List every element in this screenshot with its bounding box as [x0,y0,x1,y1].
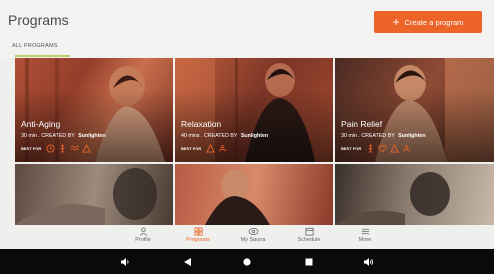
volume-up-icon[interactable] [362,256,374,268]
relax-icon [218,144,227,152]
program-card-pain-relief[interactable]: Pain Relief 30 min . CREATED BY Sunlight… [335,58,494,162]
relax-icon [402,144,411,152]
system-navigation-bar [0,249,494,274]
create-program-button[interactable]: + Create a program [374,11,482,33]
program-card[interactable] [335,164,494,225]
menu-icon [361,228,369,235]
program-card[interactable] [15,164,173,225]
body-icon [60,144,65,153]
volume-down-icon[interactable] [119,256,131,268]
card-photo [205,170,270,225]
skin-icon [70,145,80,151]
nav-item-more[interactable]: More [340,227,390,243]
flame-icon [206,144,216,153]
tab-all-programs[interactable]: ALL PROGRAMS [12,43,58,49]
back-icon[interactable] [181,256,193,268]
card-meta: 40 mins . CREATED BY Sunlighten [181,133,269,139]
heart-icon [378,145,387,153]
grid-icon [193,227,203,236]
card-meta: 30 min . CREATED BY Sunlighten [341,133,426,139]
nav-item-my-sauna[interactable]: My Sauna [228,227,278,243]
plus-icon: + [392,15,400,29]
program-card[interactable] [175,164,333,225]
tab-active-indicator [15,55,70,57]
sauna-icon [248,227,258,236]
best-for-row: BEST FOR [21,144,92,153]
card-title: Relaxation [181,119,222,129]
body-icon [368,144,373,153]
card-title: Pain Relief [341,119,383,129]
bottom-nav: Profile Programs My Sauna Schedule More [0,225,494,249]
page-title: Programs [8,12,69,28]
recents-icon[interactable] [303,256,315,268]
program-grid: Anti-Aging 30 min . CREATED BY Sunlighte… [15,58,494,225]
flame-icon [390,144,400,153]
clock-icon [46,144,55,153]
create-program-label: Create a program [404,17,464,27]
program-card-anti-aging[interactable]: Anti-Aging 30 min . CREATED BY Sunlighte… [15,58,173,162]
calendar-icon [304,227,314,236]
card-photo [335,172,450,225]
program-card-relaxation[interactable]: Relaxation 40 mins . CREATED BY Sunlight… [175,58,333,162]
nav-item-profile[interactable]: Profile [118,227,168,243]
home-icon[interactable] [241,256,253,268]
best-for-row: BEST FOR [341,144,411,153]
card-meta: 30 min . CREATED BY Sunlighten [21,133,106,139]
best-for-row: BEST FOR [181,144,227,153]
person-icon [139,227,147,236]
card-photo [15,168,157,225]
card-title: Anti-Aging [21,119,61,129]
nav-item-programs[interactable]: Programs [173,227,223,243]
nav-item-schedule[interactable]: Schedule [284,227,334,243]
flame-icon [82,144,92,153]
page-header: Programs + Create a program ALL PROGRAMS [0,0,494,58]
